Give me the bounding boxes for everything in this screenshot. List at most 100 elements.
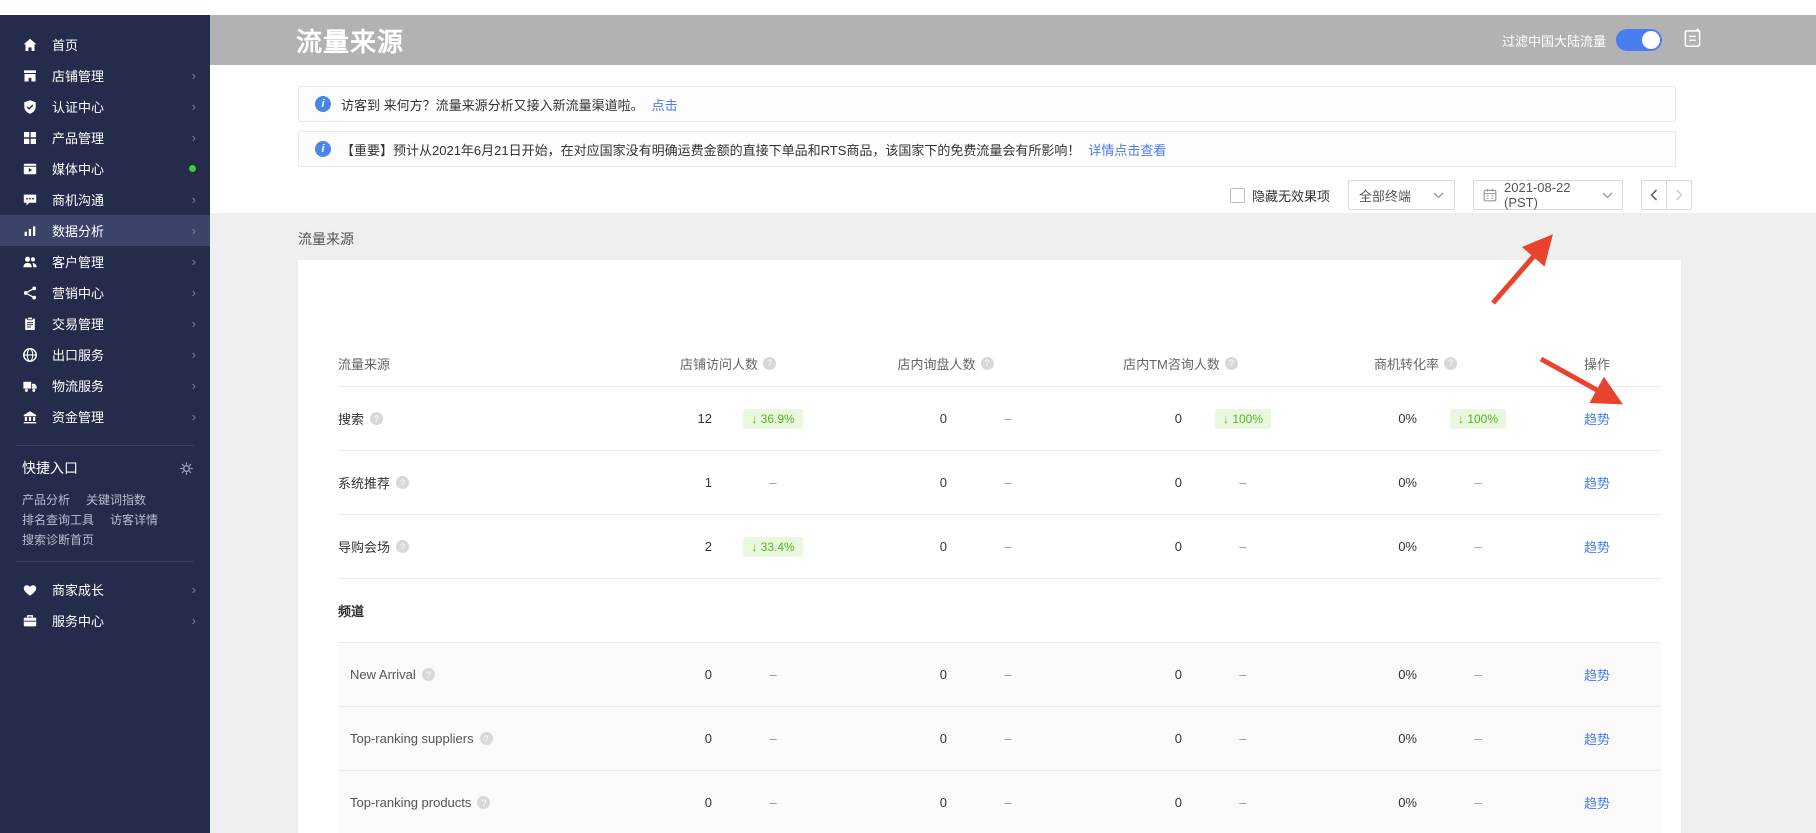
sidebar-item-certification[interactable]: 认证中心 › bbox=[0, 91, 210, 122]
visitors-value: 0 bbox=[704, 795, 712, 810]
sidebar-item-media[interactable]: 媒体中心 bbox=[0, 153, 210, 184]
sidebar-item-merchant-growth[interactable]: 商家成长 › bbox=[0, 574, 210, 605]
table-row: 导购会场 ? 2 ↓ 33.4% 0 – 0 – 0% – 趋势 bbox=[338, 514, 1661, 578]
help-icon[interactable]: ? bbox=[1444, 356, 1457, 370]
visitors-change: – bbox=[769, 475, 777, 490]
traffic-table-card: 流量来源 店铺访问人数? 店内询盘人数? 店内TM咨询人数? 商机转化率? 操作… bbox=[298, 260, 1681, 833]
help-icon[interactable]: ? bbox=[421, 668, 435, 681]
help-icon[interactable]: ? bbox=[980, 356, 994, 370]
trend-link[interactable]: 趋势 bbox=[1584, 476, 1610, 491]
sidebar-divider bbox=[16, 445, 194, 446]
conversion-change: – bbox=[1474, 667, 1482, 682]
filter-bar: 隐藏无效果项 全部终端 2021-08-22 (PST) bbox=[298, 177, 1816, 213]
conversion-value: 0% bbox=[1398, 475, 1417, 490]
terminal-select[interactable]: 全部终端 bbox=[1348, 180, 1455, 210]
prev-day-button[interactable] bbox=[1641, 180, 1667, 210]
tm-change: ↓ 100% bbox=[1188, 408, 1298, 429]
sidebar-item-label: 物流服务 bbox=[52, 379, 105, 394]
conversion-change: – bbox=[1474, 731, 1482, 746]
source-name: 系统推荐 bbox=[338, 476, 391, 491]
banner-link[interactable]: 点击 bbox=[652, 95, 678, 114]
quick-link-visitor-detail[interactable]: 访客详情 bbox=[110, 511, 158, 528]
trend-link[interactable]: 趋势 bbox=[1584, 412, 1610, 427]
shop-icon bbox=[22, 68, 38, 84]
help-icon[interactable]: ? bbox=[370, 412, 384, 425]
inquiry-value: 0 bbox=[939, 667, 947, 682]
group-label: 频道 bbox=[338, 604, 365, 619]
help-icon[interactable]: ? bbox=[396, 476, 410, 489]
trend-link[interactable]: 趋势 bbox=[1584, 796, 1610, 811]
visitors-change: ↓ 36.9% bbox=[718, 408, 828, 429]
col-source: 流量来源 bbox=[338, 356, 391, 372]
shield-icon bbox=[22, 99, 38, 115]
hide-ineffective-checkbox-group[interactable]: 隐藏无效果项 bbox=[1229, 186, 1330, 205]
inquiry-change: – bbox=[1004, 539, 1012, 554]
help-icon[interactable]: ? bbox=[477, 796, 491, 809]
conversion-change: – bbox=[1474, 475, 1482, 490]
source-name: New Arrival bbox=[350, 667, 416, 682]
tm-value: 0 bbox=[1174, 475, 1182, 490]
inquiry-value: 0 bbox=[939, 731, 947, 746]
sidebar-item-marketing[interactable]: 营销中心 › bbox=[0, 277, 210, 308]
sidebar-item-products[interactable]: 产品管理 › bbox=[0, 122, 210, 153]
sidebar-item-communication[interactable]: 商机沟通 › bbox=[0, 184, 210, 215]
sidebar-item-funds[interactable]: 资金管理 › bbox=[0, 401, 210, 432]
clipboard-icon bbox=[22, 316, 38, 332]
sidebar-item-customers[interactable]: 客户管理 › bbox=[0, 246, 210, 277]
sidebar-item-label: 商家成长 bbox=[52, 583, 105, 598]
next-day-button[interactable] bbox=[1666, 180, 1692, 210]
banner-link[interactable]: 详情点击查看 bbox=[1088, 140, 1166, 159]
trend-link[interactable]: 趋势 bbox=[1584, 540, 1610, 555]
quick-link-ranking-tool[interactable]: 排名查询工具 bbox=[22, 511, 94, 528]
quick-link-search-diagnosis[interactable]: 搜索诊断首页 bbox=[22, 531, 94, 548]
grid-icon bbox=[22, 130, 38, 146]
quick-link-keyword-index[interactable]: 关键词指数 bbox=[86, 491, 146, 508]
sidebar-item-export[interactable]: 出口服务 › bbox=[0, 339, 210, 370]
page-header: 流量来源 过滤中国大陆流量 bbox=[210, 15, 1816, 65]
survey-icon[interactable] bbox=[1682, 27, 1704, 54]
table-row: 搜索 ? 12 ↓ 36.9% 0 – 0 ↓ 100% 0% ↓ 100% 趋… bbox=[338, 386, 1661, 450]
banner-important-notice: i 【重要】预计从2021年6月21日开始，在对应国家没有明确运费金额的直接下单… bbox=[298, 131, 1676, 167]
section-title: 流量来源 bbox=[298, 231, 354, 247]
col-actions: 操作 bbox=[1583, 356, 1610, 372]
trend-link[interactable]: 趋势 bbox=[1584, 732, 1610, 747]
sidebar-item-shop[interactable]: 店铺管理 › bbox=[0, 60, 210, 91]
main-content: i 访客到 来何方？流量来源分析又接入新流量渠道啦。 点击 i 【重要】预计从2… bbox=[210, 65, 1816, 833]
change-badge: ↓ 33.4% bbox=[743, 536, 803, 557]
col-tm-visitors: 店内TM咨询人数? bbox=[1063, 354, 1298, 373]
visitors-value: 2 bbox=[704, 539, 712, 554]
tm-value: 0 bbox=[1174, 731, 1182, 746]
chevron-right-icon: › bbox=[191, 68, 196, 83]
tm-change: – bbox=[1239, 539, 1247, 554]
inquiry-change: – bbox=[1004, 667, 1012, 682]
date-picker[interactable]: 2021-08-22 (PST) bbox=[1473, 180, 1623, 210]
info-icon: i bbox=[315, 96, 331, 112]
sidebar-item-logistics[interactable]: 物流服务 › bbox=[0, 370, 210, 401]
traffic-table-body: 搜索 ? 12 ↓ 36.9% 0 – 0 ↓ 100% 0% ↓ 100% 趋… bbox=[338, 386, 1661, 833]
sidebar-item-home[interactable]: 首页 bbox=[0, 29, 210, 60]
trend-link[interactable]: 趋势 bbox=[1584, 668, 1610, 683]
inquiry-change: – bbox=[1004, 795, 1012, 810]
help-icon[interactable]: ? bbox=[479, 732, 493, 745]
visitors-value: 0 bbox=[704, 731, 712, 746]
sidebar-divider bbox=[16, 561, 194, 562]
top-strip bbox=[0, 0, 1816, 15]
help-icon[interactable]: ? bbox=[396, 540, 410, 553]
quick-entry: 快捷入口 产品分析 关键词指数 排名查询工具 访客详情 搜索诊断首页 bbox=[0, 458, 210, 548]
sidebar-item-transactions[interactable]: 交易管理 › bbox=[0, 308, 210, 339]
gear-icon[interactable] bbox=[179, 461, 194, 476]
checkbox[interactable] bbox=[1229, 187, 1245, 203]
help-icon[interactable]: ? bbox=[1224, 356, 1238, 370]
sidebar-item-analytics[interactable]: 数据分析 › bbox=[0, 215, 210, 246]
sidebar-item-service-center[interactable]: 服务中心 › bbox=[0, 605, 210, 636]
visitors-change: – bbox=[769, 731, 777, 746]
help-icon[interactable]: ? bbox=[763, 356, 776, 370]
inquiry-value: 0 bbox=[939, 411, 947, 426]
briefcase-icon bbox=[22, 613, 38, 629]
mainland-filter-toggle[interactable] bbox=[1616, 29, 1662, 51]
tm-change: – bbox=[1239, 731, 1247, 746]
quick-link-product-analysis[interactable]: 产品分析 bbox=[22, 491, 70, 508]
page-title: 流量来源 bbox=[296, 26, 405, 57]
sidebar-item-label: 认证中心 bbox=[52, 100, 105, 115]
chevron-right-icon: › bbox=[191, 409, 196, 424]
